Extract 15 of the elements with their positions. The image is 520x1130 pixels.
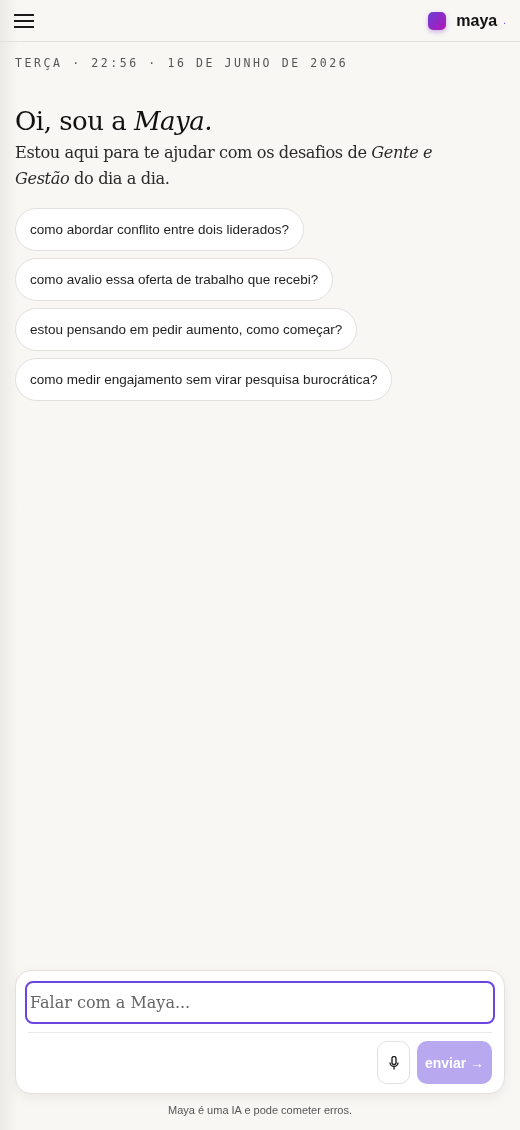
greeting-subtitle: Estou aqui para te ajudar com os desafios de Gente e Gestão do dia a dia.	[15, 142, 434, 190]
brand-name: maya	[456, 11, 498, 30]
suggestion-chip[interactable]: como medir engajamento sem virar pesquisa burocrática?	[15, 358, 393, 401]
logo-icon	[428, 11, 447, 30]
disclaimer: Maya é uma IA e pode cometer erros.	[166, 1103, 353, 1118]
suggestion-chip[interactable]: como avalio essa oferta de trabalho que recebi?	[15, 258, 334, 301]
menu-icon[interactable]	[14, 12, 34, 29]
brand-suffix: .	[503, 15, 506, 26]
message-input[interactable]: Falar com a Maya...	[25, 981, 495, 1024]
microphone-icon	[388, 1055, 399, 1070]
suggestion-chip[interactable]: como abordar conflito entre dois liderados?	[15, 208, 304, 251]
suggestion-chip[interactable]: estou pensando em pedir aumento, como começar?	[15, 308, 358, 351]
greeting-title: Oi, sou a Maya.	[15, 106, 213, 136]
microphone-button[interactable]	[377, 1041, 410, 1084]
dateline: TERÇA · 22:56 · 16 DE JUNHO DE 2026	[15, 56, 350, 70]
